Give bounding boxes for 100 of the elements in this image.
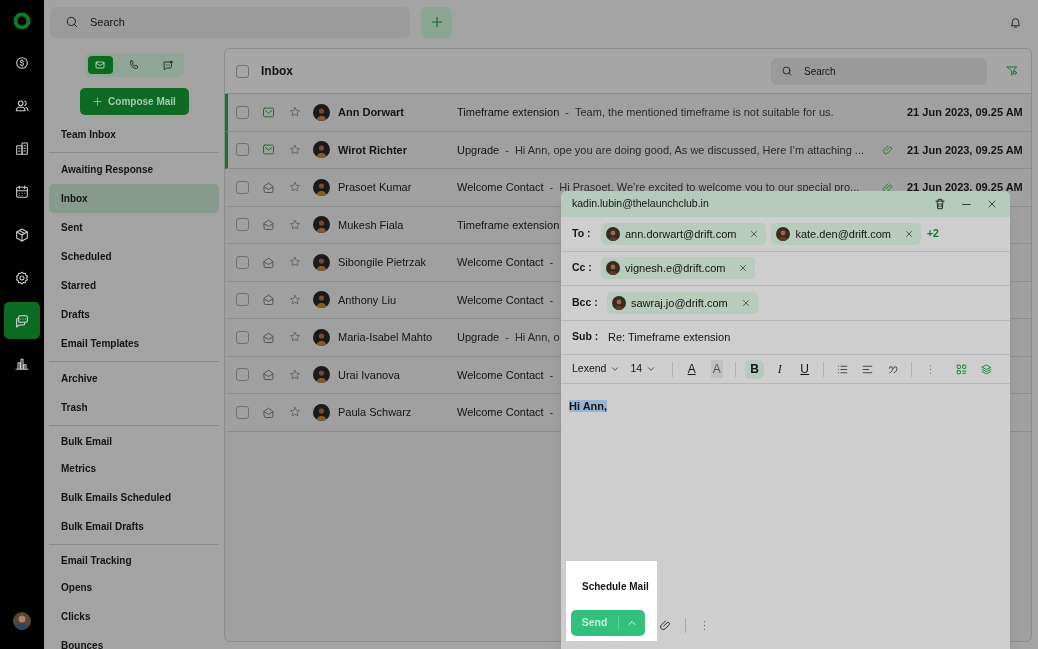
search-field[interactable]: Search <box>50 6 410 38</box>
folder-item[interactable]: Drafts <box>49 300 219 329</box>
star-icon[interactable] <box>288 217 302 232</box>
add-button[interactable] <box>421 6 452 38</box>
checkbox[interactable] <box>236 218 249 232</box>
avatar <box>606 226 620 241</box>
checkbox[interactable] <box>236 105 249 119</box>
folder-item[interactable]: Team Inbox <box>49 120 219 149</box>
folder-item[interactable]: Email Templates <box>49 329 219 358</box>
checkbox[interactable] <box>236 143 249 157</box>
bell-icon[interactable] <box>1009 15 1022 29</box>
logo-icon <box>13 12 31 30</box>
format-button[interactable]: U <box>795 359 815 379</box>
field-label: To : <box>572 225 592 241</box>
checkbox[interactable] <box>236 180 249 194</box>
open-envelope-icon <box>261 254 276 270</box>
remove-icon[interactable] <box>740 297 751 308</box>
email-address: kate.den@drift.com <box>795 226 891 242</box>
settings-icon <box>14 269 30 286</box>
email-date: 21 Jun 2023, 09.25 AM <box>907 142 1024 158</box>
format-button[interactable]: I <box>770 359 790 379</box>
paperclip-icon[interactable] <box>659 618 673 632</box>
remove-icon[interactable] <box>749 228 760 239</box>
folder-item[interactable]: Metrics <box>49 454 219 483</box>
format-button[interactable]: B <box>745 359 765 379</box>
users-icon <box>14 97 30 114</box>
checkbox[interactable] <box>236 255 249 269</box>
sender-name: Sibongile Pietrzak <box>338 255 428 270</box>
open-envelope-icon <box>261 217 276 233</box>
folder-item[interactable]: Bounces <box>49 631 219 649</box>
sender-name: Prasoet Kumar <box>338 180 413 195</box>
email-subject: Welcome Contact <box>457 405 544 420</box>
checkbox[interactable] <box>236 64 249 78</box>
folder-item[interactable]: Clicks <box>49 602 219 631</box>
folder-item[interactable]: Archive <box>49 364 219 393</box>
separator: - <box>549 255 554 270</box>
recipient-chip[interactable]: kate.den@drift.com <box>771 222 921 245</box>
folder-item[interactable]: Inbox <box>49 184 219 213</box>
folder-item[interactable]: Awaiting Response <box>49 155 219 184</box>
star-icon[interactable] <box>288 142 302 157</box>
field-label: Bcc : <box>572 294 599 310</box>
avatar <box>606 261 620 276</box>
email-preview: Hi Ann, o <box>514 330 560 345</box>
filter-icon[interactable] <box>1005 64 1019 78</box>
search-field[interactable]: Search <box>771 57 987 85</box>
sender-name: Maria-Isabel Mahto <box>338 330 434 345</box>
folder-item[interactable]: Trash <box>49 393 219 422</box>
email-subject: Welcome Contact <box>457 367 544 383</box>
search-icon <box>65 14 79 29</box>
open-envelope-icon <box>261 179 276 195</box>
compose-button[interactable]: Compose Mail <box>79 88 189 115</box>
avatar <box>313 216 330 234</box>
channel-tab[interactable] <box>87 56 113 74</box>
folder-item[interactable]: Bulk Email Drafts <box>49 512 219 541</box>
grid-icon[interactable] <box>955 362 968 376</box>
email-subject: Welcome Contact <box>457 180 544 195</box>
separator: - <box>505 142 509 158</box>
building-icon <box>14 140 30 157</box>
star-icon[interactable] <box>288 292 302 307</box>
inbox-title: Inbox <box>261 63 293 80</box>
menu-item[interactable]: Schedule Mail <box>571 566 652 607</box>
separator: - <box>549 292 554 308</box>
folder-item[interactable]: Bulk Emails Scheduled <box>49 483 219 512</box>
dollar-icon <box>14 54 30 71</box>
email-address: vignesh.e@drift.com <box>625 261 726 276</box>
checkbox[interactable] <box>236 330 249 344</box>
folder-item[interactable]: Starred <box>49 271 219 300</box>
folder-item[interactable]: Sent <box>49 213 219 242</box>
folder-item[interactable]: Opens <box>49 573 219 602</box>
email-preview: Hi Prasoet, We’re excited to welcome you to our special pro... <box>559 180 860 195</box>
format-button[interactable]: A <box>682 359 702 379</box>
star-icon[interactable] <box>288 367 302 382</box>
dropdown[interactable]: Lexend <box>572 361 621 377</box>
remove-icon[interactable] <box>904 228 914 239</box>
email-row[interactable]: Ann Dorwart Timeframe extension - Team, the mentioned timeframe is not suitable for us. 21 Jun 2023, 09.25 AM <box>225 94 1031 132</box>
email-date: 21 Jun 2023, 09.25 AM <box>907 180 1024 195</box>
section-heading[interactable]: Bulk Email <box>49 428 219 454</box>
checkbox[interactable] <box>236 405 249 419</box>
close-icon[interactable] <box>986 198 998 210</box>
remove-icon[interactable] <box>738 263 749 274</box>
avatar <box>313 291 330 309</box>
recipient-chip[interactable]: ann.dorwart@drift.com <box>601 222 767 245</box>
section-heading[interactable]: Email Tracking <box>49 547 219 573</box>
avatar[interactable] <box>13 612 31 630</box>
chevron-down-icon <box>646 364 657 374</box>
checkbox[interactable] <box>236 293 249 307</box>
email-date: 21 Jun 2023, 09.25 AM <box>907 105 1024 120</box>
avatar <box>776 226 791 241</box>
trash-icon[interactable] <box>933 197 947 211</box>
recipient-chip[interactable]: vignesh.e@drift.com <box>601 257 756 280</box>
rail-button[interactable] <box>4 302 40 339</box>
email-row[interactable]: Wirot Richter Upgrade - Hi Ann, ope you are doing good, As we discussed, Here I’m attaching ... 21 Jun 2023, 09.25 AM <box>225 131 1031 169</box>
dropdown[interactable]: 14 <box>630 361 657 377</box>
recipient-chip[interactable]: sawraj.jo@drift.com <box>607 291 758 314</box>
sender-name: Mukesh Fiala <box>338 217 405 233</box>
checkbox[interactable] <box>236 368 249 382</box>
layers-icon[interactable] <box>980 362 993 376</box>
folder-item[interactable]: Scheduled <box>49 242 219 271</box>
avatar <box>612 295 626 310</box>
separator: - <box>549 367 554 383</box>
